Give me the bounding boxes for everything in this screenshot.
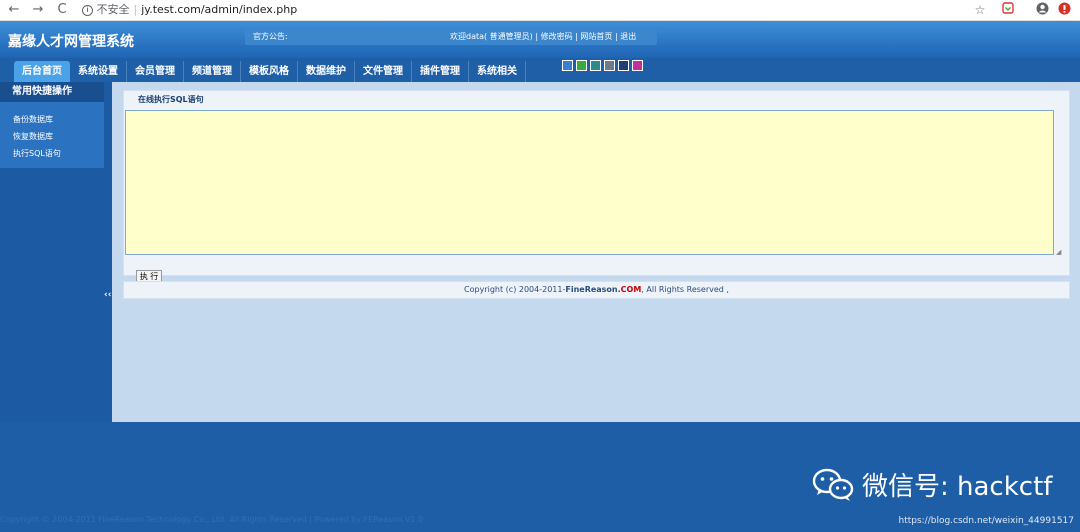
- browser-toolbar: ← → C i 不安全 | jy.test.com/admin/index.php …: [0, 0, 1080, 21]
- copyright-prefix: Copyright (c) 2004-2011-: [464, 285, 566, 294]
- wechat-watermark: 微信号: hackctf: [812, 466, 1052, 503]
- security-label: 不安全: [96, 3, 130, 16]
- user-info: 欢迎data( 普通管理员) | 修改密码 | 网站首页 | 退出: [450, 31, 636, 42]
- adblock-icon[interactable]: [1056, 2, 1072, 18]
- url-text[interactable]: jy.test.com/admin/index.php: [141, 3, 297, 16]
- sidebar: 常用快捷操作 备份数据库 恢复数据库 执行SQL语句 ‹‹: [0, 82, 112, 422]
- welcome-text: 欢迎data( 普通管理员): [450, 32, 533, 41]
- copyright-brand: FineReason: [565, 285, 618, 294]
- theme-swatches: [562, 60, 643, 71]
- tab-files[interactable]: 文件管理: [355, 61, 412, 82]
- admin-header: 嘉缘人才网管理系统 官方公告: 欢迎data( 普通管理员) | 修改密码 | …: [0, 21, 1080, 58]
- logout-link[interactable]: 退出: [620, 32, 636, 41]
- divider: |: [535, 32, 539, 41]
- forward-icon[interactable]: →: [30, 2, 46, 18]
- sidebar-heading: 常用快捷操作: [0, 82, 104, 102]
- tab-home[interactable]: 后台首页: [14, 61, 70, 82]
- reload-icon[interactable]: C: [54, 2, 70, 18]
- sidebar-item-restore-db[interactable]: 恢复数据库: [13, 131, 53, 142]
- address-divider: |: [133, 3, 138, 16]
- wechat-icon: [812, 468, 854, 501]
- copyright-suffix: , All Rights Reserved ,: [641, 285, 729, 294]
- star-icon[interactable]: ☆: [972, 2, 988, 18]
- main-content: 在线执行SQL语句 ◢ 执 行 Copyright (c) 2004-2011-…: [112, 82, 1080, 422]
- sidebar-item-execute-sql[interactable]: 执行SQL语句: [13, 148, 61, 159]
- sql-panel: 在线执行SQL语句 ◢ 执 行: [123, 90, 1070, 283]
- info-icon[interactable]: i: [82, 4, 93, 16]
- address-bar[interactable]: i 不安全 | jy.test.com/admin/index.php: [82, 0, 297, 20]
- wechat-text: 微信号: hackctf: [862, 472, 1053, 502]
- bottom-copyright: Copyright © 2004-2011 FineReason Technol…: [0, 515, 424, 524]
- divider: |: [614, 32, 618, 41]
- theme-swatch[interactable]: [562, 60, 573, 71]
- tab-channels[interactable]: 频道管理: [184, 61, 241, 82]
- tab-system-related[interactable]: 系统相关: [469, 61, 526, 82]
- collapse-sidebar-icon[interactable]: ‹‹: [104, 290, 111, 300]
- theme-swatch[interactable]: [618, 60, 629, 71]
- profile-icon[interactable]: [1034, 2, 1050, 18]
- notice-label: 官方公告:: [253, 32, 288, 41]
- tab-members[interactable]: 会员管理: [127, 61, 184, 82]
- theme-swatch[interactable]: [604, 60, 615, 71]
- csdn-url: https://blog.csdn.net/weixin_44991517: [898, 516, 1074, 526]
- tab-system-settings[interactable]: 系统设置: [70, 61, 127, 82]
- tab-data-maintenance[interactable]: 数据维护: [298, 61, 355, 82]
- main-nav: 后台首页 系统设置 会员管理 频道管理 模板风格 数据维护 文件管理 插件管理 …: [0, 58, 1080, 82]
- site-home-link[interactable]: 网站首页: [580, 32, 612, 41]
- theme-swatch[interactable]: [576, 60, 587, 71]
- theme-swatch[interactable]: [632, 60, 643, 71]
- theme-swatch[interactable]: [590, 60, 601, 71]
- extension-icon[interactable]: [1000, 2, 1016, 18]
- sidebar-item-backup-db[interactable]: 备份数据库: [13, 114, 53, 125]
- copyright-dotcom: .COM: [617, 285, 642, 294]
- tab-plugins[interactable]: 插件管理: [412, 61, 469, 82]
- copyright-bar: Copyright (c) 2004-2011-FineReason.COM, …: [123, 281, 1070, 299]
- sidebar-menu: 备份数据库 恢复数据库 执行SQL语句: [0, 102, 104, 168]
- nav-tabs: 后台首页 系统设置 会员管理 频道管理 模板风格 数据维护 文件管理 插件管理 …: [14, 61, 526, 82]
- tab-templates[interactable]: 模板风格: [241, 61, 298, 82]
- panel-title: 在线执行SQL语句: [138, 95, 204, 104]
- page-bottom: Copyright © 2004-2011 FineReason Technol…: [0, 422, 1080, 532]
- resize-grip-icon[interactable]: ◢: [1056, 248, 1061, 256]
- divider: |: [575, 32, 578, 41]
- sql-textarea[interactable]: [125, 110, 1054, 255]
- site-title: 嘉缘人才网管理系统: [8, 34, 134, 50]
- notice-bar: 官方公告: 欢迎data( 普通管理员) | 修改密码 | 网站首页 | 退出: [245, 29, 657, 45]
- back-icon[interactable]: ←: [6, 2, 22, 18]
- change-password-link[interactable]: 修改密码: [541, 32, 573, 41]
